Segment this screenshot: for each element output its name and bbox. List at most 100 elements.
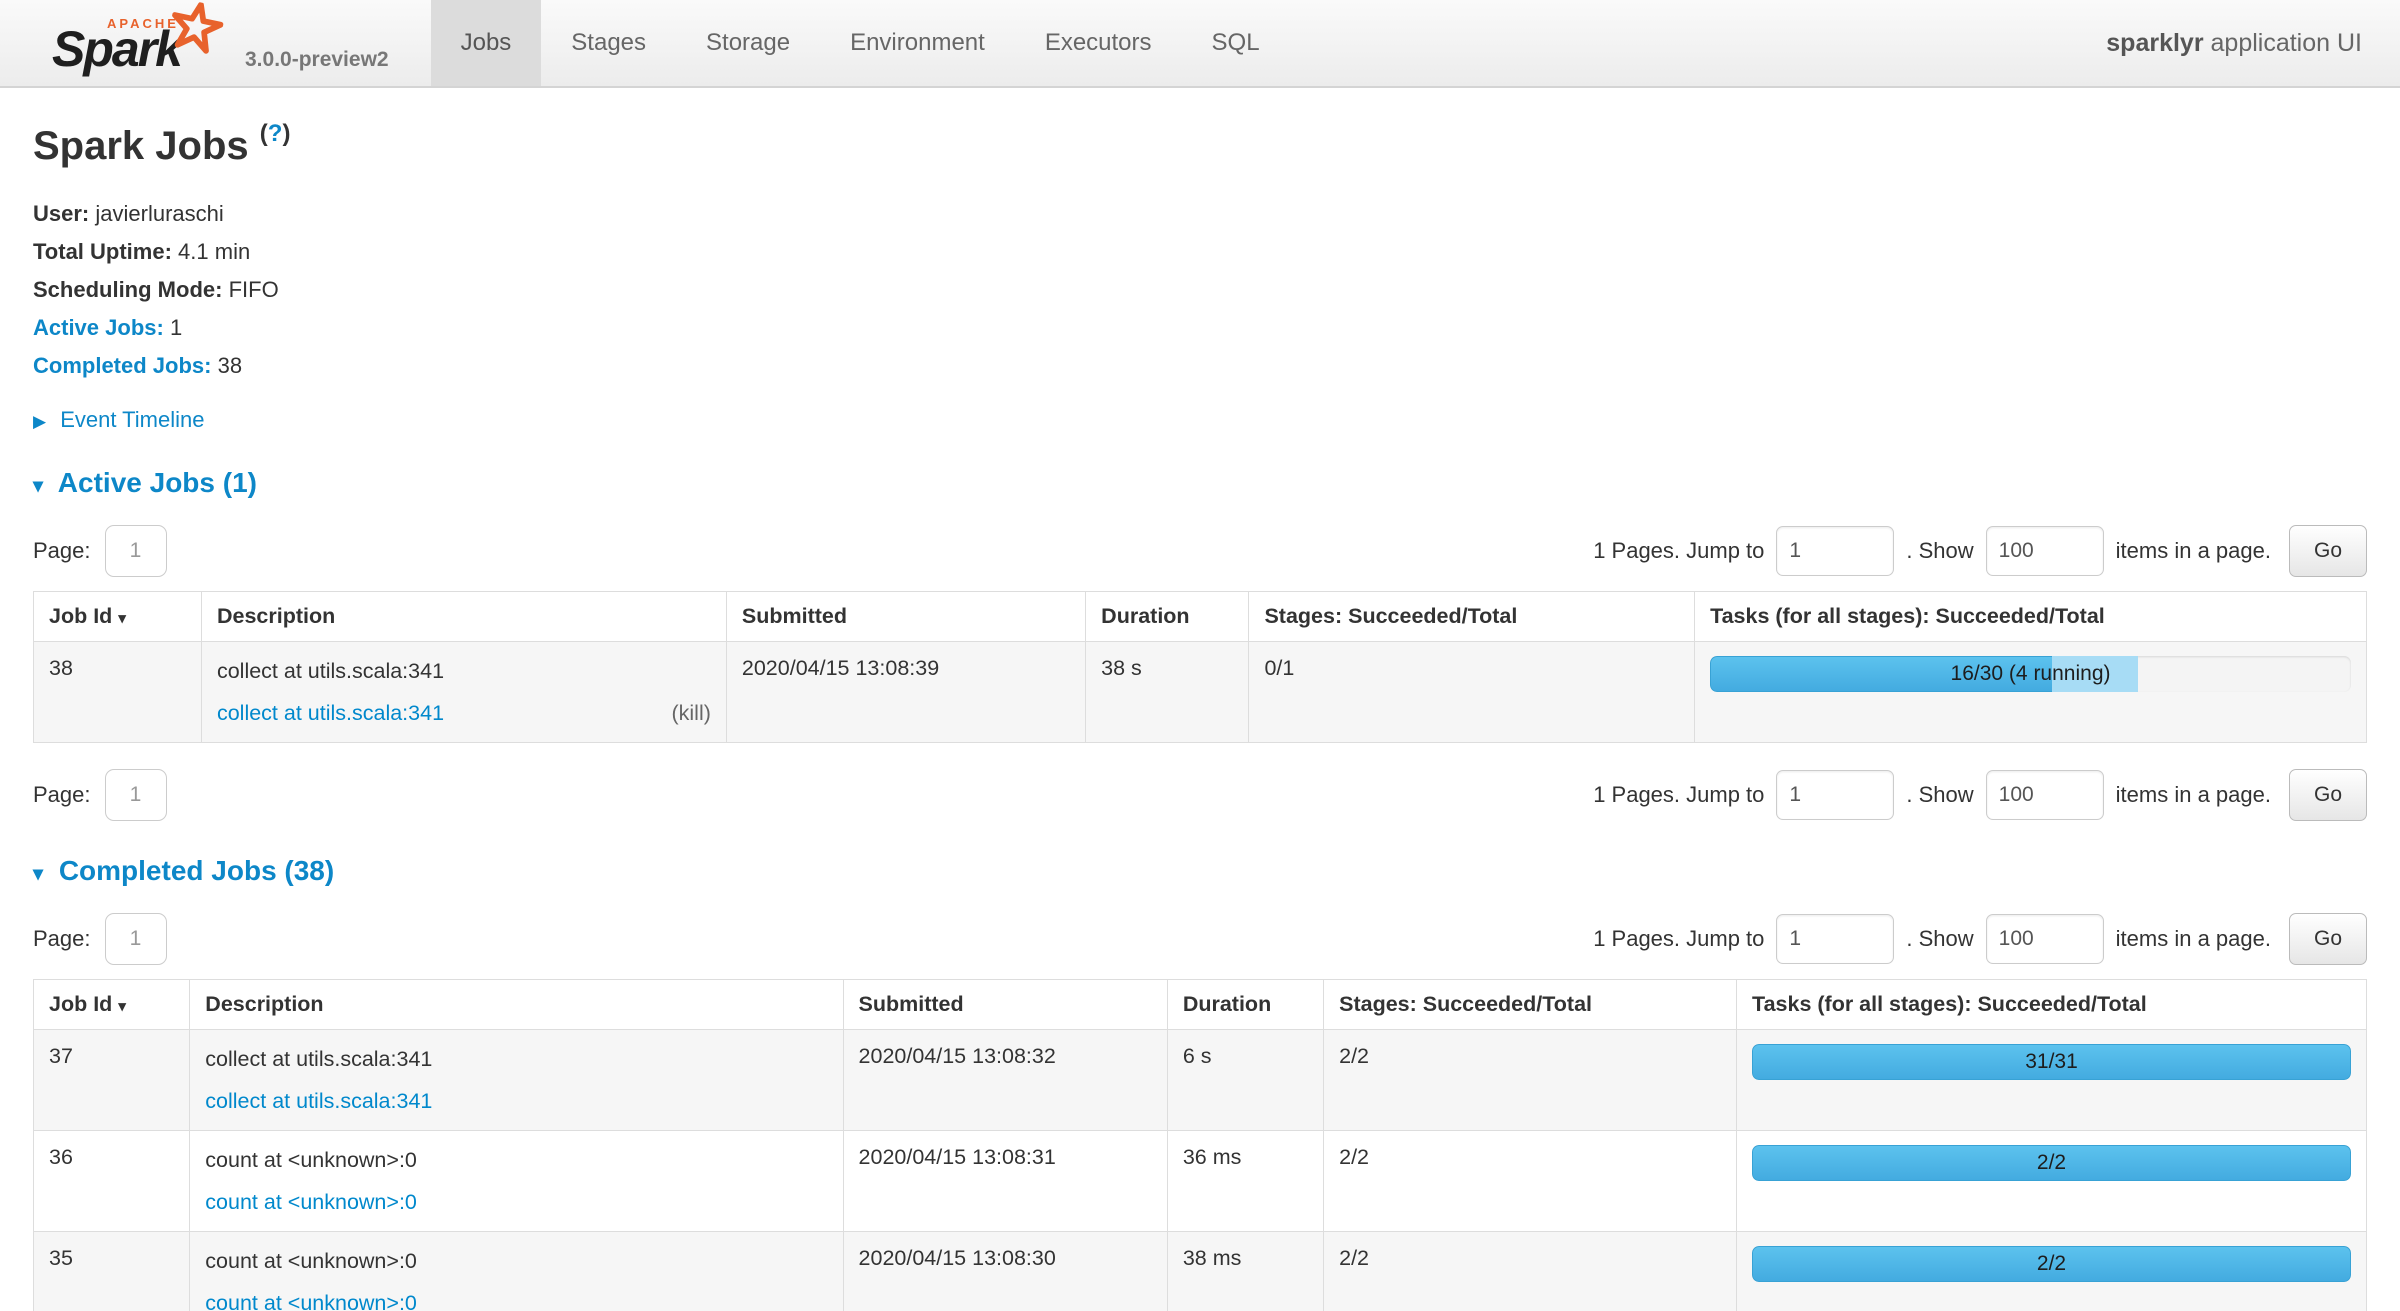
completed-jobs-section-title: Completed Jobs (38) (59, 855, 334, 886)
pages-count-text: 1 Pages. Jump to (1593, 538, 1764, 564)
job-description-text: collect at utils.scala:341 (205, 1044, 827, 1074)
tab-stages[interactable]: Stages (541, 0, 676, 86)
column-header-submitted[interactable]: Submitted (726, 592, 1085, 642)
info-active-jobs: Active Jobs: 1 (33, 309, 2367, 347)
completed-jobs-link[interactable]: Completed Jobs: (33, 353, 211, 378)
show-text: . Show (1906, 538, 1973, 564)
items-per-page-input[interactable] (1986, 526, 2104, 576)
description-cell: collect at utils.scala:341 collect at ut… (201, 642, 726, 743)
info-completed-jobs: Completed Jobs: 38 (33, 347, 2367, 385)
job-description-link[interactable]: collect at utils.scala:341 (217, 698, 444, 728)
items-in-page-text: items in a page. (2116, 782, 2271, 808)
active-jobs-table: Job Id▾ Description Submitted Duration S… (33, 591, 2367, 743)
event-timeline-toggle[interactable]: ▶ Event Timeline (33, 407, 2367, 433)
spark-logo-text: Spark (52, 20, 181, 78)
tab-jobs[interactable]: Jobs (431, 0, 542, 86)
job-description-link[interactable]: count at <unknown>:0 (205, 1187, 417, 1217)
jump-to-page-input[interactable] (1776, 770, 1894, 820)
help-tooltip[interactable]: (?) (260, 120, 291, 147)
nav-tabs: Jobs Stages Storage Environment Executor… (431, 0, 1290, 86)
current-page-button[interactable]: 1 (105, 525, 167, 577)
job-description-link[interactable]: collect at utils.scala:341 (205, 1086, 432, 1116)
description-cell: collect at utils.scala:341 collect at ut… (190, 1030, 843, 1131)
tab-environment[interactable]: Environment (820, 0, 1015, 86)
job-id-cell: 37 (34, 1030, 190, 1131)
application-name-bold: sparklyr (2106, 29, 2203, 57)
current-page-button[interactable]: 1 (105, 769, 167, 821)
progress-label: 31/31 (1752, 1044, 2351, 1080)
progress-label: 2/2 (1752, 1145, 2351, 1181)
pages-count-text: 1 Pages. Jump to (1593, 926, 1764, 952)
duration-cell: 6 s (1167, 1030, 1323, 1131)
active-job-row-38: 38 collect at utils.scala:341 collect at… (34, 642, 2367, 743)
stages-cell: 2/2 (1324, 1030, 1737, 1131)
column-header-stages[interactable]: Stages: Succeeded/Total (1324, 980, 1737, 1030)
tab-sql[interactable]: SQL (1182, 0, 1290, 86)
page-title-text: Spark Jobs (33, 124, 249, 168)
column-header-job-id[interactable]: Job Id▾ (34, 980, 190, 1030)
pagination-active-bottom: Page: 1 1 Pages. Jump to . Show items in… (33, 769, 2367, 821)
progress-label: 16/30 (4 running) (1710, 656, 2351, 692)
items-in-page-text: items in a page. (2116, 538, 2271, 564)
show-text: . Show (1906, 926, 1973, 952)
job-description-text: collect at utils.scala:341 (217, 656, 711, 686)
jump-to-page-input[interactable] (1776, 526, 1894, 576)
completed-jobs-count: 38 (218, 353, 242, 378)
active-jobs-link[interactable]: Active Jobs: (33, 315, 164, 340)
info-uptime-label: Total Uptime: (33, 239, 172, 264)
items-per-page-input[interactable] (1986, 770, 2104, 820)
active-jobs-count: 1 (170, 315, 182, 340)
tasks-cell: 16/30 (4 running) (1695, 642, 2367, 743)
go-button[interactable]: Go (2289, 525, 2367, 577)
show-text: . Show (1906, 782, 1973, 808)
progress-label: 2/2 (1752, 1246, 2351, 1282)
jump-to-page-input[interactable] (1776, 914, 1894, 964)
spark-logo: APACHE Spark (52, 0, 227, 86)
stages-cell: 2/2 (1324, 1232, 1737, 1311)
tasks-progress-bar: 31/31 (1752, 1044, 2351, 1080)
current-page-button[interactable]: 1 (105, 913, 167, 965)
page-title: Spark Jobs (?) (33, 120, 2367, 169)
job-description-link[interactable]: count at <unknown>:0 (205, 1288, 417, 1311)
items-in-page-text: items in a page. (2116, 926, 2271, 952)
tasks-cell: 31/31 (1737, 1030, 2367, 1131)
info-scheduling-value: FIFO (229, 277, 279, 302)
go-button[interactable]: Go (2289, 769, 2367, 821)
active-jobs-section-header[interactable]: ▾ Active Jobs (1) (33, 467, 2367, 499)
info-user-label: User: (33, 201, 89, 226)
info-uptime: Total Uptime: 4.1 min (33, 233, 2367, 271)
job-id-cell: 35 (34, 1232, 190, 1311)
submitted-cell: 2020/04/15 13:08:30 (843, 1232, 1167, 1311)
info-scheduling-mode: Scheduling Mode: FIFO (33, 271, 2367, 309)
tab-executors[interactable]: Executors (1015, 0, 1182, 86)
column-header-duration[interactable]: Duration (1167, 980, 1323, 1030)
column-header-job-id[interactable]: Job Id▾ (34, 592, 202, 642)
description-cell: count at <unknown>:0 count at <unknown>:… (190, 1232, 843, 1311)
description-cell: count at <unknown>:0 count at <unknown>:… (190, 1131, 843, 1232)
job-description-text: count at <unknown>:0 (205, 1145, 827, 1175)
application-name: sparklyr application UI (2106, 29, 2362, 58)
column-header-duration[interactable]: Duration (1086, 592, 1249, 642)
submitted-cell: 2020/04/15 13:08:31 (843, 1131, 1167, 1232)
column-header-description[interactable]: Description (201, 592, 726, 642)
kill-job-link[interactable]: (kill) (671, 698, 710, 728)
event-timeline-label: Event Timeline (60, 407, 204, 432)
column-header-tasks[interactable]: Tasks (for all stages): Succeeded/Total (1737, 980, 2367, 1030)
column-header-stages[interactable]: Stages: Succeeded/Total (1249, 592, 1695, 642)
summary-info: User: javierluraschi Total Uptime: 4.1 m… (33, 195, 2367, 385)
tab-storage[interactable]: Storage (676, 0, 820, 86)
pagination-active-top: Page: 1 1 Pages. Jump to . Show items in… (33, 525, 2367, 577)
page-label: Page: (33, 538, 91, 564)
column-header-submitted[interactable]: Submitted (843, 980, 1167, 1030)
tasks-cell: 2/2 (1737, 1131, 2367, 1232)
go-button[interactable]: Go (2289, 913, 2367, 965)
pagination-completed-top: Page: 1 1 Pages. Jump to . Show items in… (33, 913, 2367, 965)
expanded-arrow-icon: ▾ (33, 475, 43, 497)
duration-cell: 38 ms (1167, 1232, 1323, 1311)
sort-desc-icon: ▾ (118, 610, 126, 627)
items-per-page-input[interactable] (1986, 914, 2104, 964)
column-header-tasks[interactable]: Tasks (for all stages): Succeeded/Total (1695, 592, 2367, 642)
submitted-cell: 2020/04/15 13:08:39 (726, 642, 1085, 743)
completed-jobs-section-header[interactable]: ▾ Completed Jobs (38) (33, 855, 2367, 887)
column-header-description[interactable]: Description (190, 980, 843, 1030)
